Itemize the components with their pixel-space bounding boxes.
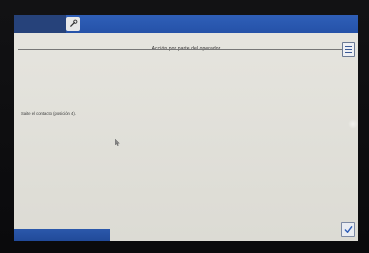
bottom-status-bar xyxy=(14,229,110,241)
confirm-button[interactable] xyxy=(341,222,355,237)
top-toolbar xyxy=(14,15,358,33)
wrench-icon xyxy=(69,15,78,33)
menu-button[interactable] xyxy=(342,42,355,57)
menu-icon xyxy=(345,46,352,47)
screen-glare xyxy=(348,119,358,129)
checkmark-icon xyxy=(344,221,353,239)
operator-message: Saite el contacto (posición 4). xyxy=(21,111,76,116)
toolbar-tab[interactable] xyxy=(14,15,66,33)
title-divider xyxy=(18,49,342,50)
device-screen: Acción por parte del operador Saite el c… xyxy=(14,15,358,241)
mouse-cursor-icon xyxy=(114,133,120,151)
tool-button[interactable] xyxy=(66,17,80,31)
